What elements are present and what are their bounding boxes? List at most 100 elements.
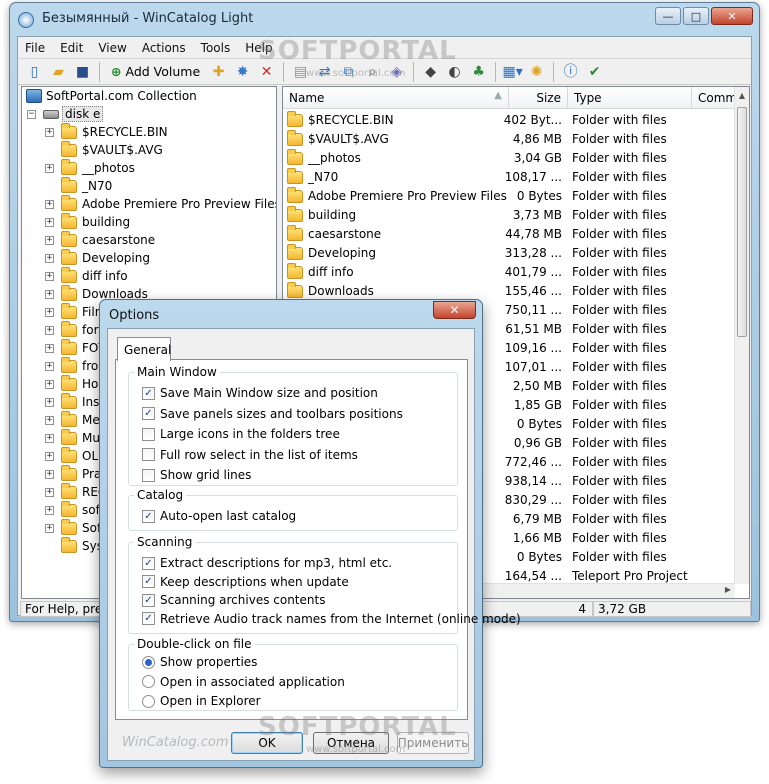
expand-icon[interactable]: + [45, 307, 54, 317]
settings-icon[interactable]: ✺ [526, 61, 547, 82]
tree-item[interactable]: Sys [45, 536, 103, 555]
checkbox-option[interactable]: Show grid lines [142, 467, 251, 483]
checkbox-option[interactable]: ✓ Auto-open last catalog [142, 508, 296, 524]
expand-icon[interactable]: + [45, 379, 54, 389]
tree-item[interactable]: + __photos [45, 158, 135, 177]
tree-item[interactable]: + Film [45, 302, 106, 321]
tree-item[interactable]: + Inst [45, 392, 104, 411]
list-row[interactable]: Developing 313,28 ... Folder with files [283, 243, 738, 263]
list-row[interactable]: building 3,73 MB Folder with files [283, 205, 738, 225]
checkbox-option[interactable]: ✓ Retrieve Audio track names from the Int… [142, 611, 521, 627]
tree-item[interactable]: + Me [45, 410, 100, 429]
update-icon[interactable]: ✸ [232, 61, 253, 82]
checkbox[interactable] [142, 448, 155, 461]
menu-edit[interactable]: Edit [60, 41, 83, 55]
expand-icon[interactable]: + [45, 235, 54, 245]
expand-icon[interactable]: + [45, 325, 54, 335]
new-catalog-icon[interactable]: ▯ [24, 61, 45, 82]
menu-actions[interactable]: Actions [142, 41, 186, 55]
radio-option[interactable]: Open in Explorer [142, 693, 261, 709]
tree-item[interactable]: + building [45, 212, 130, 231]
expand-icon[interactable]: + [45, 415, 54, 425]
expand-icon[interactable]: + [45, 127, 54, 137]
list-row[interactable]: diff info 401,79 ... Folder with files [283, 262, 738, 282]
checkbox-option[interactable]: ✓ Extract descriptions for mp3, html etc. [142, 555, 392, 571]
expand-icon[interactable]: + [45, 469, 54, 479]
list-row[interactable]: $VAULT$.AVG 4,86 MB Folder with files [283, 129, 738, 149]
checkbox-option[interactable]: ✓ Scanning archives contents [142, 592, 325, 608]
checkbox[interactable]: ✓ [142, 386, 155, 400]
tree-item[interactable]: + diff info [45, 266, 128, 285]
tree-collection[interactable]: SoftPortal.com Collection [22, 87, 197, 105]
open-folder-icon[interactable]: ▰ [48, 61, 69, 82]
tree-item[interactable]: _N70 [45, 176, 112, 195]
close-button[interactable]: ✕ [711, 7, 753, 25]
tree-item[interactable]: + Mu [45, 428, 100, 447]
dialog-close-button[interactable]: ✕ [433, 301, 476, 319]
tree-item[interactable]: + Soft [45, 518, 106, 537]
checkbox-option[interactable]: ✓ Save Main Window size and position [142, 385, 378, 401]
radio-option[interactable]: Show properties [142, 654, 257, 670]
tree-item[interactable]: + fron [45, 356, 106, 375]
title-bar[interactable]: Безымянный - WinCatalog Light — □ ✕ [10, 3, 759, 35]
maximize-button[interactable]: □ [683, 7, 709, 25]
network-icon[interactable]: ♣ [468, 61, 489, 82]
expand-icon[interactable]: + [45, 163, 54, 173]
tree-item[interactable]: + FOT [45, 338, 106, 357]
tree-item[interactable]: + Hor [45, 374, 103, 393]
expand-icon[interactable]: + [45, 361, 54, 371]
view-mode-icon[interactable]: ▦▾ [502, 61, 523, 82]
expand-icon[interactable]: + [45, 217, 54, 227]
checkbox-option[interactable]: Large icons in the folders tree [142, 426, 340, 442]
tab-general[interactable]: General [117, 337, 171, 361]
expand-icon[interactable]: + [45, 433, 54, 443]
expand-icon[interactable]: + [45, 523, 54, 533]
tree-item[interactable]: + Adobe Premiere Pro Preview Files [45, 194, 276, 213]
checkbox[interactable]: ✓ [142, 556, 155, 570]
radio-button[interactable] [142, 675, 155, 688]
menu-file[interactable]: File [25, 41, 45, 55]
expand-icon[interactable]: + [45, 505, 54, 515]
tree-item[interactable]: + for [45, 320, 99, 339]
menu-tools[interactable]: Tools [201, 41, 231, 55]
checkbox[interactable] [142, 427, 155, 441]
tree-disk[interactable]: − disk e [27, 105, 104, 123]
radio-button[interactable] [142, 694, 155, 708]
menu-view[interactable]: View [98, 41, 126, 55]
radio-option[interactable]: Open in associated application [142, 674, 345, 690]
expand-icon[interactable]: + [45, 253, 54, 263]
list-row[interactable]: $RECYCLE.BIN 402 Byt... Folder with files [283, 110, 738, 130]
checkbox[interactable]: ✓ [142, 612, 155, 625]
add-volume-button[interactable]: ⊕ Add Volume [106, 64, 205, 79]
tree-item[interactable]: + $RECYCLE.BIN [45, 122, 168, 141]
list-row[interactable]: Adobe Premiere Pro Preview Files 0 Bytes F… [283, 186, 738, 206]
collapse-icon[interactable]: − [27, 109, 36, 119]
list-row[interactable]: __photos 3,04 GB Folder with files [283, 148, 738, 168]
new-folder-icon[interactable]: ✚ [208, 61, 229, 82]
info-icon[interactable]: ⓘ [560, 61, 581, 82]
expand-icon[interactable]: + [45, 487, 54, 497]
expand-icon[interactable]: + [45, 451, 54, 461]
tree-item[interactable]: $VAULT$.AVG [45, 140, 163, 159]
expand-icon[interactable]: + [45, 397, 54, 407]
tree-item[interactable]: + Pra [45, 464, 101, 483]
checkbox-option[interactable]: ✓ Keep descriptions when update [142, 574, 349, 590]
tree-item[interactable]: + caesarstone [45, 230, 155, 249]
scroll-up-icon[interactable]: ▲ [735, 87, 749, 104]
checkbox-option[interactable]: Full row select in the list of items [142, 447, 358, 463]
expand-icon[interactable]: + [45, 199, 54, 209]
vertical-scrollbar[interactable]: ▲ [734, 87, 749, 584]
list-row[interactable]: caesarstone 44,78 MB Folder with files [283, 224, 738, 244]
tree-item[interactable]: + REC [45, 482, 106, 501]
checkbox[interactable]: ✓ [142, 509, 155, 523]
save-icon[interactable]: ■ [72, 61, 93, 82]
expand-icon[interactable]: + [45, 343, 54, 353]
minimize-button[interactable]: — [655, 7, 681, 25]
column-header-type[interactable]: Type [568, 87, 692, 109]
checkbox[interactable] [142, 468, 155, 482]
scroll-thumb[interactable] [737, 107, 747, 337]
column-header-size[interactable]: Size [509, 87, 568, 109]
tree-item[interactable]: + soft [45, 500, 104, 519]
tree-item[interactable]: + Developing [45, 248, 150, 267]
checkbox[interactable]: ✓ [142, 575, 155, 588]
